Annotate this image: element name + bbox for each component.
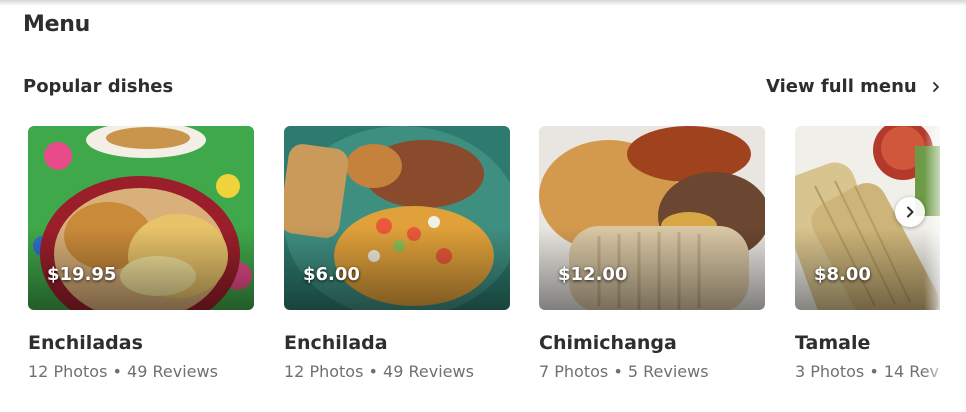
view-full-menu-label: View full menu (766, 76, 917, 97)
dish-name[interactable]: Chimichanga (539, 332, 677, 354)
dish-name[interactable]: Tamale (795, 332, 870, 354)
dish-name[interactable]: Enchiladas (28, 332, 143, 354)
dish-card-enchiladas[interactable]: $19.95 Enchiladas 12 Photos • 49 Reviews (28, 126, 254, 381)
dish-photo[interactable]: $12.00 (539, 126, 765, 310)
dish-meta: 3 Photos • 14 Reviews (795, 362, 940, 381)
dish-photo[interactable]: $6.00 (284, 126, 510, 310)
dish-meta: 12 Photos • 49 Reviews (28, 362, 218, 381)
menu-title: Menu (23, 12, 90, 37)
dish-card-enchilada[interactable]: $6.00 Enchilada 12 Photos • 49 Reviews (284, 126, 510, 381)
dish-price: $8.00 (814, 264, 871, 285)
dish-meta: 12 Photos • 49 Reviews (284, 362, 474, 381)
dish-photo[interactable]: $19.95 (28, 126, 254, 310)
carousel-next-button[interactable] (895, 197, 925, 227)
dish-price: $19.95 (47, 264, 117, 285)
dish-name[interactable]: Enchilada (284, 332, 388, 354)
header-shadow (0, 0, 966, 6)
dish-price: $6.00 (303, 264, 360, 285)
dish-meta: 7 Photos • 5 Reviews (539, 362, 709, 381)
dish-price: $12.00 (558, 264, 628, 285)
view-full-menu-link[interactable]: View full menu (766, 76, 941, 97)
popular-dishes-carousel: $19.95 Enchiladas 12 Photos • 49 Reviews (28, 126, 940, 396)
carousel-fade (924, 126, 966, 412)
dish-card-chimichanga[interactable]: $12.00 Chimichanga 7 Photos • 5 Reviews (539, 126, 765, 381)
chevron-right-icon (907, 206, 914, 218)
chevron-right-icon (932, 81, 939, 92)
popular-dishes-title: Popular dishes (23, 76, 174, 97)
